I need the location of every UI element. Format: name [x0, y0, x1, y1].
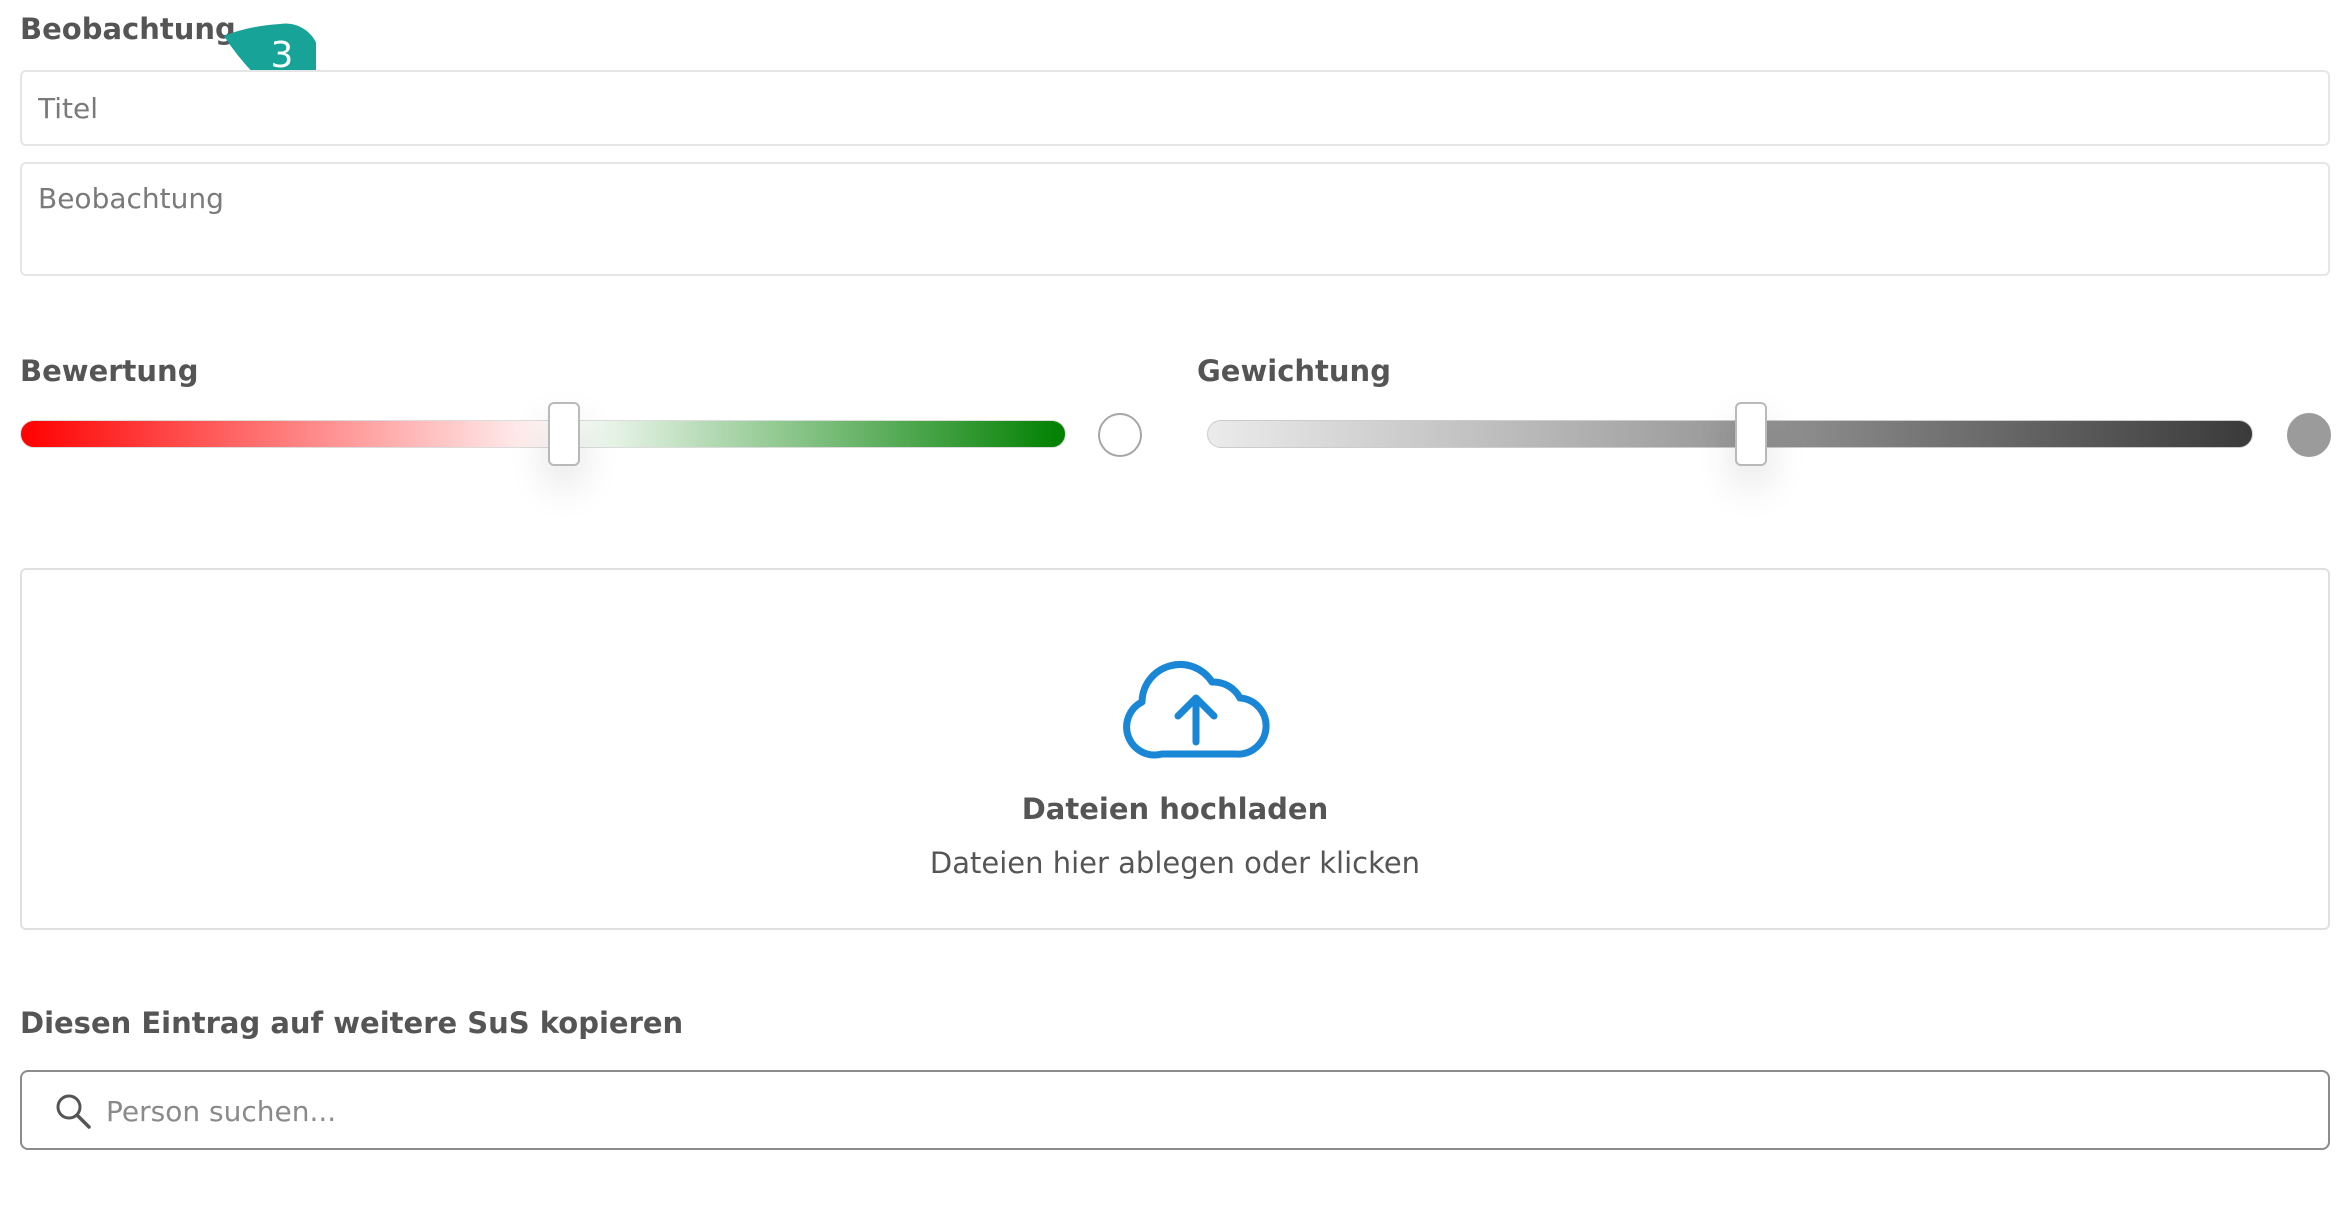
upload-title: Dateien hochladen [1021, 792, 1329, 826]
person-search-input[interactable] [104, 1072, 2308, 1150]
weight-slider-track[interactable] [1207, 420, 2253, 448]
copy-entry-label: Diesen Eintrag auf weitere SuS kopieren [20, 1006, 684, 1040]
upload-subtitle: Dateien hier ablegen oder klicken [929, 846, 1421, 880]
person-search[interactable] [20, 1070, 2330, 1150]
weight-label: Gewichtung [1197, 354, 1391, 388]
rating-slider-track[interactable] [20, 420, 1066, 448]
rating-indicator-dot [1098, 413, 1142, 457]
observation-textarea[interactable] [22, 164, 2328, 274]
title-field[interactable] [20, 70, 2330, 146]
file-upload-dropzone[interactable]: Dateien hochladen Dateien hier ablegen o… [20, 568, 2330, 930]
rating-slider-thumb[interactable] [547, 402, 580, 466]
weight-slider-thumb[interactable] [1734, 402, 1767, 466]
observation-field[interactable] [20, 162, 2330, 276]
weight-indicator-dot [2287, 413, 2331, 457]
observation-label: Beobachtung [20, 12, 236, 46]
title-input[interactable] [22, 72, 2328, 144]
rating-label: Bewertung [20, 354, 199, 388]
observation-form: Beobachtung 3 Bewertung Gewichtung Datei… [0, 0, 2352, 1216]
search-icon [56, 1094, 91, 1129]
cloud-upload-icon [1123, 661, 1270, 759]
